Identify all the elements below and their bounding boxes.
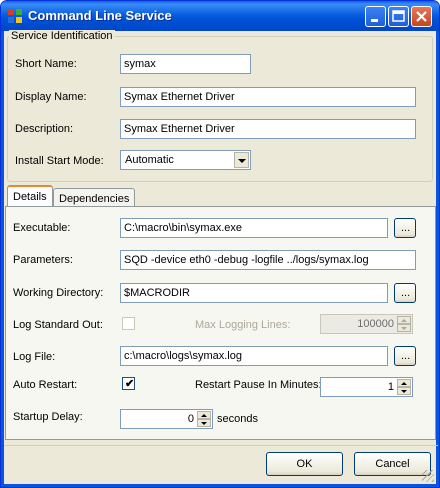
spin-up-button[interactable] xyxy=(397,316,411,324)
window-frame-left xyxy=(1,31,4,487)
log-file-field[interactable]: c:\macro\logs\symax.log xyxy=(120,346,388,366)
arrow-up-icon xyxy=(401,319,407,322)
minimize-button[interactable] xyxy=(365,6,386,27)
spinner-arrows[interactable] xyxy=(197,411,211,427)
group-title: Service Identification xyxy=(9,30,115,42)
restart-pause-value: 1 xyxy=(387,381,394,393)
short-name-label: Short Name: xyxy=(15,58,77,70)
spin-up-button[interactable] xyxy=(397,379,411,387)
window-title: Command Line Service xyxy=(28,8,172,23)
working-directory-label: Working Directory: xyxy=(13,287,104,299)
arrow-down-icon xyxy=(201,422,207,425)
display-name-label: Display Name: xyxy=(15,91,87,103)
short-name-field[interactable]: symax xyxy=(120,54,251,74)
spinner-arrows[interactable] xyxy=(397,316,411,332)
startup-delay-spinner[interactable]: 0 xyxy=(120,409,213,429)
restart-pause-spinner[interactable]: 1 xyxy=(320,377,413,397)
log-standard-out-checkbox[interactable] xyxy=(122,317,135,330)
arrow-down-icon xyxy=(401,327,407,330)
spin-down-button[interactable] xyxy=(397,324,411,332)
start-mode-label: Install Start Mode: xyxy=(15,155,104,167)
startup-delay-label: Startup Delay: xyxy=(13,411,83,423)
log-file-label: Log File: xyxy=(13,351,56,363)
chevron-down-icon xyxy=(238,159,246,163)
tab-details[interactable]: Details xyxy=(7,185,53,208)
cancel-button[interactable]: Cancel xyxy=(354,452,431,476)
max-logging-lines-spinner[interactable]: 100000 xyxy=(320,314,413,334)
arrow-up-icon xyxy=(401,382,407,385)
executable-label: Executable: xyxy=(13,222,71,234)
auto-restart-label: Auto Restart: xyxy=(13,379,78,391)
description-label: Description: xyxy=(15,123,74,135)
start-mode-dropdown[interactable]: Automatic xyxy=(120,150,251,170)
close-icon xyxy=(416,11,427,22)
divider xyxy=(4,445,438,446)
working-directory-field[interactable]: $MACRODIR xyxy=(120,283,388,303)
arrow-up-icon xyxy=(201,414,207,417)
parameters-field[interactable]: SQD -device eth0 -debug -logfile ../logs… xyxy=(120,250,416,270)
maximize-icon xyxy=(392,10,405,22)
arrow-down-icon xyxy=(401,390,407,393)
display-name-field[interactable]: Symax Ethernet Driver xyxy=(120,87,416,107)
title-bar[interactable]: Command Line Service xyxy=(1,1,439,31)
executable-field[interactable]: C:\macro\bin\symax.exe xyxy=(120,218,388,238)
spin-up-button[interactable] xyxy=(197,411,211,419)
max-logging-lines-label: Max Logging Lines: xyxy=(195,319,291,331)
checkmark-icon: ✔ xyxy=(125,378,135,390)
browse-working-directory-button[interactable]: ... xyxy=(394,283,416,303)
window-frame-bottom xyxy=(1,484,439,487)
browse-log-file-button[interactable]: ... xyxy=(394,346,416,366)
restart-pause-label: Restart Pause In Minutes: xyxy=(195,379,322,391)
resize-grip[interactable] xyxy=(422,470,434,482)
description-field[interactable]: Symax Ethernet Driver xyxy=(120,119,416,139)
browse-executable-button[interactable]: ... xyxy=(394,218,416,238)
command-line-service-window: Command Line Service Service Identificat… xyxy=(0,0,440,488)
seconds-unit-label: seconds xyxy=(217,413,258,425)
maximize-button[interactable] xyxy=(388,6,409,27)
spin-down-button[interactable] xyxy=(397,387,411,395)
dropdown-arrow-button[interactable] xyxy=(234,152,249,168)
auto-restart-checkbox[interactable]: ✔ xyxy=(122,377,135,390)
spin-down-button[interactable] xyxy=(197,419,211,427)
start-mode-value: Automatic xyxy=(125,154,174,166)
close-button[interactable] xyxy=(411,6,432,27)
startup-delay-value: 0 xyxy=(187,413,194,425)
minimize-icon xyxy=(371,19,378,22)
max-logging-lines-value: 100000 xyxy=(357,318,394,330)
window-frame-right xyxy=(436,31,439,487)
parameters-label: Parameters: xyxy=(13,254,73,266)
spinner-arrows[interactable] xyxy=(397,379,411,395)
app-icon xyxy=(8,9,22,23)
log-standard-out-label: Log Standard Out: xyxy=(13,319,103,331)
ok-button[interactable]: OK xyxy=(266,452,343,476)
